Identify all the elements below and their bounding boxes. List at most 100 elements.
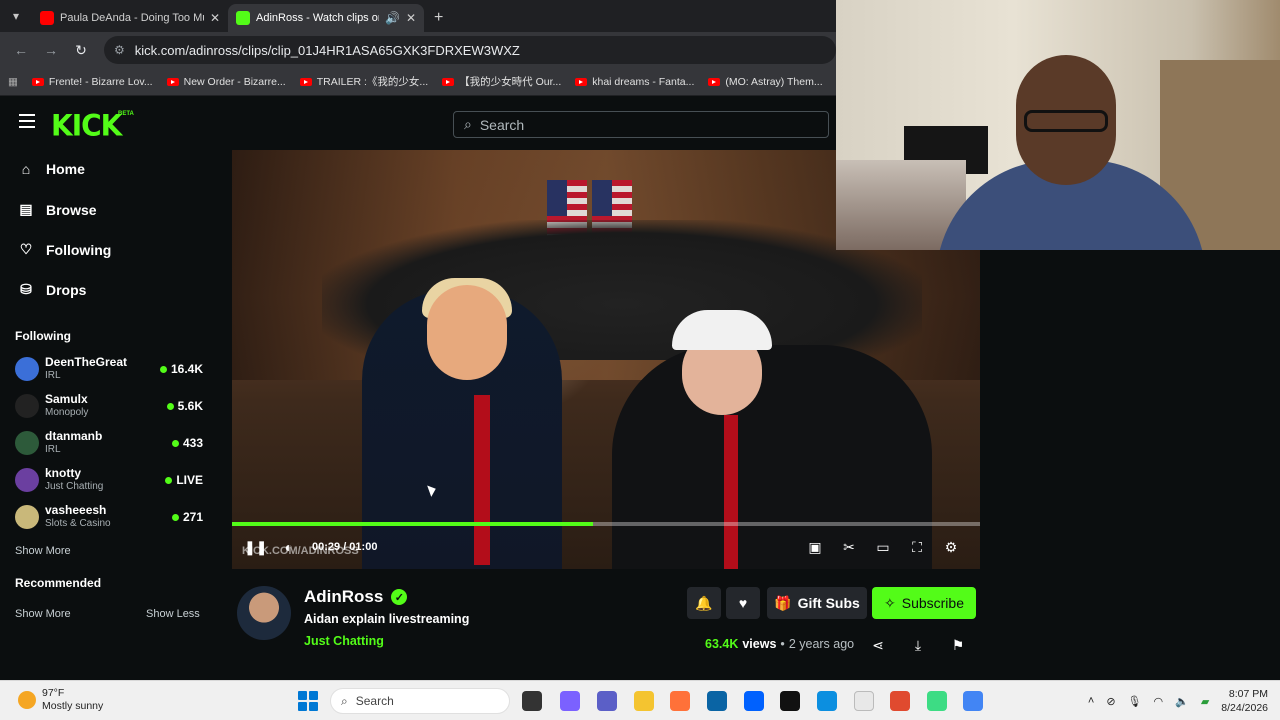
nav-home[interactable]: ⌂ Home bbox=[18, 161, 85, 177]
settings-icon[interactable]: ⚙ bbox=[940, 539, 962, 556]
bookmark[interactable]: 【我的少女時代 Our... bbox=[442, 74, 561, 89]
heart-icon: ♡ bbox=[19, 241, 33, 257]
chevron-up-icon[interactable]: ˄ bbox=[1088, 695, 1094, 707]
progress-bar[interactable] bbox=[232, 522, 980, 526]
youtube-icon bbox=[575, 77, 588, 86]
list-item[interactable]: dtanmanb IRL 433 bbox=[15, 427, 203, 459]
webcam-glasses bbox=[1024, 110, 1108, 132]
list-item[interactable]: vasheeesh Slots & Casino 271 bbox=[15, 501, 203, 533]
kick-logo[interactable]: KICK bbox=[51, 108, 122, 143]
clock[interactable]: 8:07 PM 8/24/2026 bbox=[1221, 687, 1268, 715]
search-icon: ⌕ bbox=[341, 693, 348, 708]
dropbox-icon[interactable] bbox=[744, 691, 764, 711]
site-info-icon[interactable]: ⚙ bbox=[114, 43, 125, 57]
pause-icon[interactable]: ❚❚ bbox=[244, 539, 267, 556]
edge-icon[interactable] bbox=[817, 691, 837, 711]
url-text: kick.com/adinross/clips/clip_01J4HR1ASA6… bbox=[134, 42, 520, 58]
beta-label: BETA bbox=[118, 111, 134, 117]
task-view-icon[interactable] bbox=[522, 691, 542, 711]
report-icon[interactable]: ⚑ bbox=[948, 637, 968, 654]
menu-icon[interactable] bbox=[19, 114, 35, 128]
tab-strip: ▾ Paula DeAnda - Doing Too Muc ✕ AdinRos… bbox=[0, 0, 836, 32]
show-more-following[interactable]: Show More bbox=[15, 545, 71, 557]
tab-adinross[interactable]: AdinRoss - Watch clips on K 🔊 ✕ bbox=[228, 4, 424, 32]
bookmark[interactable]: (MO: Astray) Them... bbox=[708, 76, 823, 88]
file-explorer-icon[interactable] bbox=[634, 691, 654, 711]
gift-icon: 🎁 bbox=[774, 594, 792, 611]
copilot-icon[interactable] bbox=[560, 691, 580, 711]
avatar bbox=[15, 505, 39, 529]
notifications-button[interactable]: 🔔 bbox=[687, 587, 721, 619]
follow-button[interactable]: ♥ bbox=[726, 587, 760, 619]
youtube-icon bbox=[31, 77, 44, 86]
browser-toolbar: ← → ↻ ⚙ kick.com/adinross/clips/clip_01J… bbox=[0, 32, 836, 68]
nav-drops[interactable]: ⛁ Drops bbox=[18, 281, 86, 298]
show-less-recommended[interactable]: Show Less bbox=[146, 608, 200, 620]
sun-icon bbox=[18, 691, 36, 709]
network-icon[interactable]: ⊘ bbox=[1106, 695, 1115, 708]
taskbar-search[interactable]: ⌕ Search bbox=[330, 688, 510, 714]
live-dot bbox=[171, 513, 179, 521]
notepad-icon[interactable] bbox=[854, 691, 874, 711]
microphone-icon[interactable]: 🎙 bbox=[1128, 695, 1142, 708]
tab-paula[interactable]: Paula DeAnda - Doing Too Muc ✕ bbox=[32, 4, 228, 32]
mail-icon[interactable] bbox=[707, 691, 727, 711]
temperature: 97°F bbox=[42, 687, 65, 699]
chrome-icon[interactable] bbox=[963, 691, 983, 711]
subscribe-button[interactable]: ✧ Subscribe bbox=[872, 587, 976, 619]
firefox-icon[interactable] bbox=[670, 691, 690, 711]
clip-icon[interactable]: ✂ bbox=[838, 539, 860, 556]
maps-icon[interactable] bbox=[890, 691, 910, 711]
show-more-recommended[interactable]: Show More bbox=[15, 608, 71, 620]
volume-icon[interactable]: ◐ bbox=[278, 539, 300, 555]
volume-icon[interactable]: 🔈 bbox=[1175, 695, 1189, 708]
youtube-icon bbox=[40, 11, 54, 25]
browse-icon: ▤ bbox=[19, 201, 33, 217]
bookmark[interactable]: Frente! - Bizarre Lov... bbox=[31, 76, 153, 88]
bookmark[interactable]: TRAILER :《我的少女... bbox=[299, 74, 428, 89]
fullscreen-icon[interactable]: ⛶ bbox=[906, 539, 928, 556]
tab-title: AdinRoss - Watch clips on K bbox=[256, 12, 379, 24]
back-icon[interactable]: ← bbox=[8, 37, 34, 63]
theater-icon[interactable]: ▭ bbox=[872, 539, 894, 556]
list-item[interactable]: Samulx Monopoly 5.6K bbox=[15, 390, 203, 422]
live-dot bbox=[165, 476, 173, 484]
forward-icon[interactable]: → bbox=[38, 37, 64, 63]
battery-icon[interactable]: ▰ bbox=[1201, 695, 1209, 708]
teams-icon[interactable] bbox=[597, 691, 617, 711]
wifi-icon[interactable]: ◠ bbox=[1154, 695, 1164, 708]
windows-start-icon[interactable] bbox=[298, 691, 318, 711]
address-bar[interactable]: ⚙ kick.com/adinross/clips/clip_01J4HR1AS… bbox=[104, 36, 836, 64]
list-item[interactable]: knotty Just Chatting LIVE bbox=[15, 464, 203, 496]
nav-following[interactable]: ♡ Following bbox=[18, 241, 112, 258]
bookmark[interactable]: khai dreams - Fanta... bbox=[575, 76, 694, 88]
avatar bbox=[15, 431, 39, 455]
close-icon[interactable]: ✕ bbox=[210, 11, 220, 25]
sidebar: ⌂ Home ▤ Browse ♡ Following ⛁ Drops Followin… bbox=[0, 149, 214, 680]
download-icon[interactable]: ⤓ bbox=[908, 637, 928, 654]
avatar[interactable] bbox=[237, 586, 291, 640]
avatar bbox=[15, 468, 39, 492]
tab-search-icon[interactable]: ▾ bbox=[0, 0, 32, 32]
search-input[interactable]: ⌕ Search bbox=[453, 111, 829, 138]
bookmark[interactable]: New Order - Bizarre... bbox=[166, 76, 286, 88]
notion-icon[interactable] bbox=[780, 691, 800, 711]
apps-icon[interactable]: ▦ bbox=[8, 76, 18, 88]
new-tab-button[interactable]: + bbox=[424, 4, 453, 32]
gift-subs-button[interactable]: 🎁 Gift Subs bbox=[767, 587, 867, 619]
android-icon[interactable] bbox=[927, 691, 947, 711]
miniplayer-icon[interactable]: ▣ bbox=[804, 539, 826, 556]
star-icon: ✧ bbox=[884, 594, 896, 611]
person-left-head bbox=[427, 285, 507, 380]
share-icon[interactable]: ⋖ bbox=[868, 637, 888, 654]
channel-name[interactable]: AdinRoss bbox=[304, 587, 383, 607]
clip-category[interactable]: Just Chatting bbox=[304, 634, 384, 648]
list-item[interactable]: DeenTheGreat IRL 16.4K bbox=[15, 353, 203, 385]
tab-title: Paula DeAnda - Doing Too Muc bbox=[60, 12, 204, 24]
audio-icon[interactable]: 🔊 bbox=[385, 11, 400, 25]
reload-icon[interactable]: ↻ bbox=[68, 37, 94, 63]
nav-browse[interactable]: ▤ Browse bbox=[18, 201, 96, 218]
kick-icon bbox=[236, 11, 250, 25]
weather-widget[interactable]: 97°F Mostly sunny bbox=[18, 687, 103, 713]
close-icon[interactable]: ✕ bbox=[406, 11, 416, 25]
